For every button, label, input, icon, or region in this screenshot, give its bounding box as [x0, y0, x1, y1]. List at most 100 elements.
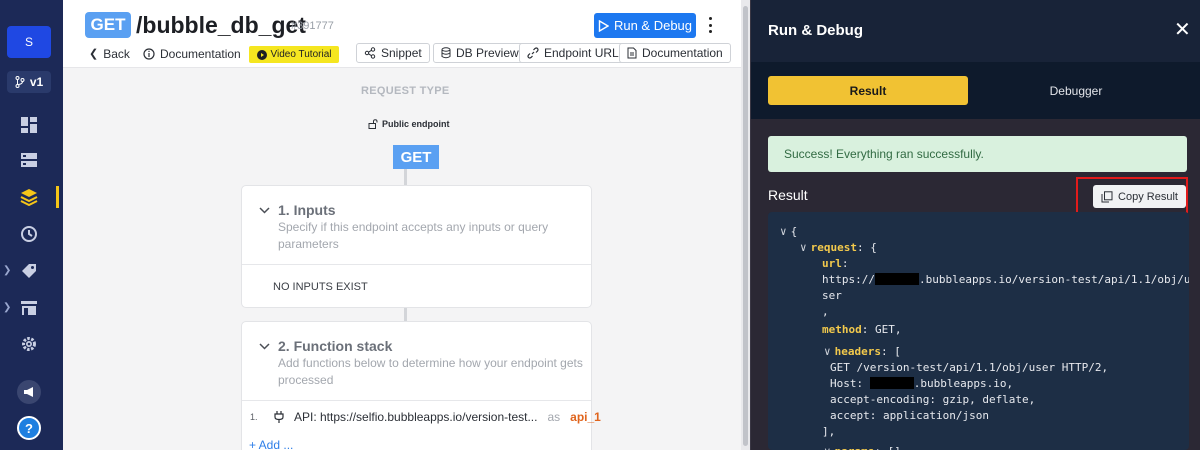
redacted-subdomain — [869, 377, 914, 389]
inputs-card: 1. Inputs Specify if this endpoint accep… — [241, 185, 592, 308]
history-icon[interactable] — [19, 224, 39, 244]
help-icon[interactable]: ? — [17, 416, 41, 440]
step-as-label: as — [547, 410, 561, 424]
tab-debugger[interactable]: Debugger — [1001, 76, 1151, 105]
back-link[interactable]: ❮ Back — [89, 46, 130, 62]
json-key-url: url — [822, 257, 842, 270]
request-verb-badge[interactable]: GET — [393, 145, 439, 169]
json-url-key-line: url: — [822, 256, 849, 271]
endpoint-url-label: Endpoint URL — [544, 46, 619, 60]
json-key-method: method — [822, 323, 862, 336]
success-alert: Success! Everything ran successfully. — [768, 136, 1187, 172]
flow-connector — [404, 308, 407, 321]
database-small-icon — [441, 47, 451, 59]
header-host-prefix: Host: — [830, 377, 870, 390]
function-step-row[interactable]: 1. API: https://selfio.bubbleapps.io/ver… — [250, 410, 601, 424]
editor-header: GET /bubble_db_get #391777 Run & Debug ❮… — [63, 0, 750, 68]
settings-gear-icon[interactable] — [19, 334, 39, 354]
unlock-icon — [368, 119, 378, 129]
branch-label: v1 — [29, 75, 44, 89]
json-request-open: : { — [856, 241, 877, 254]
chevron-down-icon — [259, 342, 270, 350]
json-url-value-line: https:// .bubbleapps.io/version-test/api/… — [822, 272, 1189, 287]
url-suffix: .bubbleapps.io/version-test/api/1.1/obj/… — [918, 273, 1189, 286]
card-divider — [242, 400, 591, 401]
inputs-card-title[interactable]: 1. Inputs — [259, 202, 336, 218]
result-json-viewer[interactable]: ∨{ ∨ request: { url: https://.bubbleapps.… — [768, 212, 1189, 450]
close-icon[interactable]: ✕ — [1174, 20, 1191, 40]
documentation-label: Documentation — [160, 47, 241, 61]
run-debug-label: Run & Debug — [613, 18, 693, 33]
inputs-description-line1: Specify if this endpoint accepts any inp… — [278, 220, 549, 234]
tag-icon[interactable] — [19, 261, 39, 281]
public-endpoint-indicator[interactable]: Public endpoint — [368, 119, 450, 129]
json-colon: : — [841, 257, 849, 270]
json-params-line[interactable]: ∨ params: [] — [824, 444, 901, 450]
dashboard-icon[interactable] — [19, 115, 39, 135]
endpoint-title[interactable]: /bubble_db_get — [136, 12, 306, 39]
add-function-link[interactable]: + Add ... — [249, 438, 293, 450]
json-headers-close: ], — [822, 425, 836, 438]
json-root-line[interactable]: ∨{ — [780, 224, 797, 239]
function-stack-title[interactable]: 2. Function stack — [259, 338, 392, 354]
chevron-down-icon[interactable]: ∨ — [824, 345, 831, 358]
step-variable-name[interactable]: api_1 — [570, 410, 601, 424]
json-headers-open: : [ — [880, 345, 901, 358]
database-icon[interactable] — [19, 150, 39, 170]
function-stack-card: 2. Function stack Add functions below to… — [241, 321, 601, 450]
redacted-subdomain — [874, 273, 919, 285]
tab-result[interactable]: Result — [768, 76, 968, 105]
json-key-headers: headers — [834, 345, 881, 358]
inputs-description-line2: parameters — [278, 237, 339, 251]
db-preview-button[interactable]: DB Preview — [433, 43, 527, 63]
inputs-title-text: 1. Inputs — [278, 202, 336, 218]
step-number: 1. — [250, 412, 258, 422]
flow-connector — [404, 169, 407, 185]
play-outline-icon — [598, 19, 609, 32]
run-debug-button[interactable]: Run & Debug — [594, 13, 696, 38]
documentation-link[interactable]: Documentation — [143, 46, 241, 62]
function-stack-description-line1: Add functions below to determine how you… — [278, 356, 583, 370]
api-layers-icon[interactable] — [19, 187, 39, 207]
json-header-item: GET /version-test/api/1.1/obj/user HTTP/… — [830, 361, 1109, 374]
editor-scrollbar-thumb[interactable] — [743, 6, 748, 446]
storefront-icon[interactable] — [19, 298, 39, 318]
request-type-label: REQUEST TYPE — [361, 85, 450, 97]
chevron-left-icon: ❮ — [89, 48, 99, 60]
panel-tabs: Result Debugger — [751, 62, 1200, 119]
json-header-item: Host: .bubbleapps.io, — [830, 376, 1013, 391]
public-endpoint-label: Public endpoint — [382, 119, 450, 129]
chevron-down-icon[interactable]: ∨ — [780, 225, 787, 238]
endpoint-url-button[interactable]: Endpoint URL — [519, 43, 627, 63]
chevron-down-icon[interactable]: ∨ — [824, 445, 831, 450]
panel-title: Run & Debug — [768, 22, 863, 39]
chevron-right-icon[interactable]: ❯ — [3, 302, 11, 314]
json-headers-line[interactable]: ∨ headers: [ — [824, 344, 901, 359]
document-icon — [627, 47, 637, 59]
snippet-button[interactable]: Snippet — [356, 43, 430, 63]
plug-icon — [274, 411, 284, 423]
play-circle-icon — [256, 49, 267, 60]
card-divider — [242, 264, 591, 265]
video-tutorial-button[interactable]: Video Tutorial — [249, 46, 339, 63]
video-tutorial-label: Video Tutorial — [270, 49, 332, 60]
chevron-down-icon[interactable]: ∨ — [800, 241, 807, 254]
copy-result-button[interactable]: Copy Result — [1093, 185, 1186, 208]
branch-icon — [15, 76, 25, 88]
documentation-pill-button[interactable]: Documentation — [619, 43, 731, 63]
json-header-item: accept-encoding: gzip, deflate, — [830, 393, 1036, 406]
workspace-avatar[interactable]: S — [7, 26, 51, 58]
more-options-icon[interactable] — [706, 14, 714, 36]
function-stack-description-line2: processed — [278, 373, 334, 387]
json-method-value: : GET, — [861, 323, 902, 336]
left-sidebar: S v1 ❯ ❯ ? — [0, 0, 63, 450]
json-key-params: params — [835, 445, 875, 450]
branch-selector[interactable]: v1 — [7, 71, 51, 93]
endpoint-editor: GET /bubble_db_get #391777 Run & Debug ❮… — [63, 0, 750, 450]
chevron-right-icon[interactable]: ❯ — [3, 265, 11, 277]
json-request-line[interactable]: ∨ request: { — [800, 240, 877, 255]
megaphone-icon[interactable] — [17, 380, 41, 404]
json-method-line: method: GET, — [822, 322, 902, 337]
documentation-pill-label: Documentation — [642, 46, 723, 60]
link-icon — [527, 47, 539, 59]
